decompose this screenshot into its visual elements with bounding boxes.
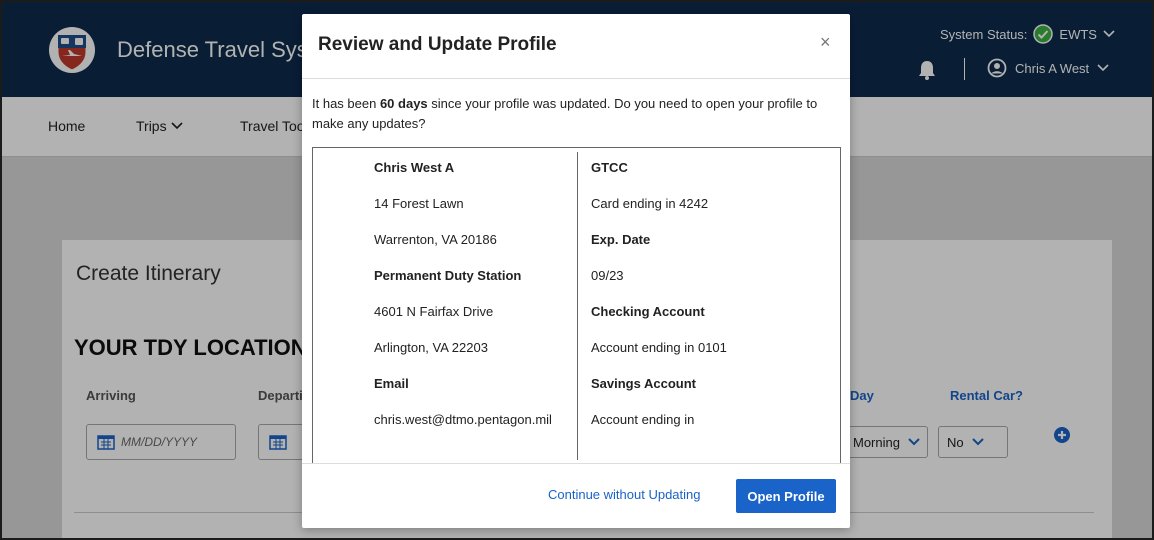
profile-summary-box: Chris West A 14 Forest Lawn Warrenton, V… <box>312 147 841 464</box>
profile-name: Chris West A <box>374 160 455 175</box>
exp-date-value: 09/23 <box>591 268 624 283</box>
checking-value: Account ending in 0101 <box>591 340 727 355</box>
exp-date-heading: Exp. Date <box>591 232 651 247</box>
app-frame: Defense Travel System System Status: EWT… <box>0 0 1154 540</box>
message-prefix: It has been <box>312 96 380 111</box>
address-line-1: 14 Forest Lawn <box>374 196 464 211</box>
gtcc-heading: GTCC <box>591 160 628 175</box>
continue-without-updating-button[interactable]: Continue without Updating <box>548 487 701 502</box>
address-line-2: Warrenton, VA 20186 <box>374 232 497 247</box>
modal-message: It has been 60 days since your profile w… <box>312 94 842 134</box>
gtcc-card-value: Card ending in 4242 <box>591 196 709 211</box>
modal-footer-divider <box>302 463 850 464</box>
open-profile-button[interactable]: Open Profile <box>736 479 836 513</box>
savings-value: Account ending in <box>591 412 695 427</box>
close-icon[interactable]: × <box>820 32 831 53</box>
duty-station-heading: Permanent Duty Station <box>374 268 522 283</box>
duty-station-line-1: 4601 N Fairfax Drive <box>374 304 494 319</box>
column-divider <box>577 152 578 460</box>
duty-station-line-2: Arlington, VA 22203 <box>374 340 488 355</box>
email-value: chris.west@dtmo.pentagon.mil <box>374 412 552 427</box>
modal-title: Review and Update Profile <box>318 34 557 55</box>
email-heading: Email <box>374 376 409 391</box>
savings-heading: Savings Account <box>591 376 696 391</box>
checking-heading: Checking Account <box>591 304 705 319</box>
modal-header-divider <box>302 78 850 79</box>
message-days: 60 days <box>379 96 428 111</box>
review-profile-modal: Review and Update Profile × It has been … <box>302 14 850 528</box>
